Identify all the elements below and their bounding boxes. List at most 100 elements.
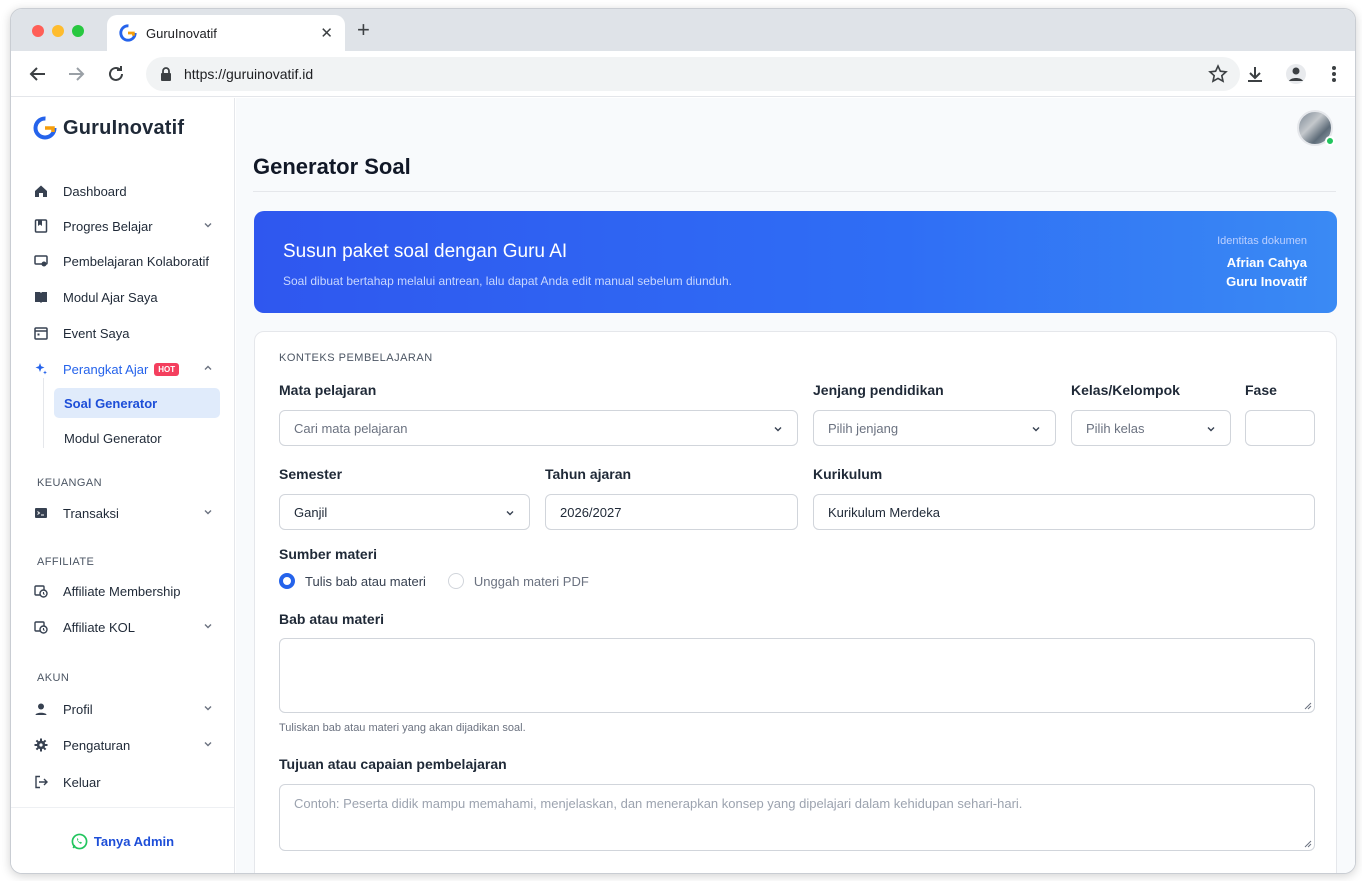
tahun-ajaran-input[interactable]: 2026/2027 <box>545 494 798 530</box>
section-label-affiliate: AFFILIATE <box>37 556 95 568</box>
brand-logo[interactable]: GuruInovatif <box>33 116 184 140</box>
page-title: Generator Soal <box>253 154 411 179</box>
kelas-placeholder: Pilih kelas <box>1086 420 1145 436</box>
sidebar-item-label: Progres Belajar <box>63 218 153 234</box>
guruinovatif-favicon-icon <box>119 24 137 42</box>
chevron-down-icon <box>204 223 212 228</box>
tab-title: GuruInovatif <box>146 25 217 41</box>
radio-tulis-materi-label[interactable]: Tulis bab atau materi <box>305 574 426 589</box>
sidebar-item-affiliate-membership[interactable]: Affiliate Membership <box>33 576 221 606</box>
kelas-select[interactable]: Pilih kelas <box>1071 410 1231 446</box>
download-icon[interactable] <box>1243 62 1267 86</box>
online-status-dot <box>1325 136 1335 146</box>
sidebar-item-affiliate-kol[interactable]: Affiliate KOL <box>33 612 221 642</box>
gear-icon <box>33 737 49 753</box>
sidebar-item-event-saya[interactable]: Event Saya <box>33 318 221 348</box>
chevron-down-icon <box>204 624 212 629</box>
sidebar: GuruInovatif Dashboard Progres Belajar P… <box>11 98 235 873</box>
terminal-icon <box>33 505 49 521</box>
sidebar-item-label: Profil <box>63 701 93 717</box>
whatsapp-icon <box>71 833 88 850</box>
tahun-ajaran-value: 2026/2027 <box>560 504 622 520</box>
chevron-down-icon <box>774 427 782 432</box>
hot-badge: HOT <box>154 362 180 376</box>
jenjang-select[interactable]: Pilih jenjang <box>813 410 1056 446</box>
maximize-window-button[interactable] <box>72 25 84 37</box>
identity-name: Afrian Cahya <box>1226 255 1307 270</box>
sidebar-item-pengaturan[interactable]: Pengaturan <box>33 730 221 760</box>
chevron-down-icon <box>204 742 212 747</box>
jenjang-label: Jenjang pendidikan <box>813 382 944 398</box>
address-bar[interactable]: https://guruinovatif.id <box>146 57 1240 91</box>
forward-icon[interactable] <box>64 62 88 86</box>
sidebar-item-dashboard[interactable]: Dashboard <box>33 176 221 206</box>
kurikulum-input[interactable]: Kurikulum Merdeka <box>813 494 1315 530</box>
back-icon[interactable] <box>26 62 50 86</box>
browser-tab[interactable]: GuruInovatif ✕ <box>107 15 345 51</box>
tanya-admin-label: Tanya Admin <box>93 834 175 849</box>
sidebar-item-label: Dashboard <box>63 183 127 199</box>
sidebar-item-transaksi[interactable]: Transaksi <box>33 498 221 528</box>
sidebar-item-label: Transaksi <box>63 505 119 521</box>
tujuan-label: Tujuan atau capaian pembelajaran <box>279 756 507 772</box>
logo-icon <box>33 116 57 140</box>
sidebar-item-profil[interactable]: Profil <box>33 694 221 724</box>
jenjang-placeholder: Pilih jenjang <box>828 420 899 436</box>
chevron-down-icon <box>204 706 212 711</box>
tujuan-textarea[interactable]: Contoh: Peserta didik mampu memahami, me… <box>279 784 1315 851</box>
monitor-icon <box>33 253 49 269</box>
kurikulum-label: Kurikulum <box>813 466 883 482</box>
chevron-up-icon <box>204 365 212 370</box>
book-open-icon <box>33 289 49 305</box>
profile-icon[interactable] <box>1284 62 1308 86</box>
sidebar-item-label: Affiliate KOL <box>63 619 136 635</box>
new-tab-icon[interactable]: + <box>357 19 370 41</box>
identity-label: Identitas dokumen <box>1217 235 1307 247</box>
sidebar-item-label: Pengaturan <box>63 737 131 753</box>
main-content: Generator Soal Susun paket soal dengan G… <box>236 98 1355 873</box>
affiliate-icon <box>33 583 49 599</box>
kurikulum-value: Kurikulum Merdeka <box>828 504 940 520</box>
chevron-down-icon <box>1032 427 1040 432</box>
sidebar-subitem-modul-generator[interactable]: Modul Generator <box>54 423 220 453</box>
sidebar-item-keluar[interactable]: Keluar <box>33 767 221 797</box>
close-window-button[interactable] <box>32 25 44 37</box>
sidebar-item-label: Keluar <box>63 774 101 790</box>
sidebar-subitem-soal-generator[interactable]: Soal Generator <box>54 388 220 418</box>
page: GuruInovatif Dashboard Progres Belajar P… <box>11 98 1355 873</box>
sidebar-item-pembelajaran-kolaboratif[interactable]: Pembelajaran Kolaboratif <box>33 246 221 276</box>
semester-label: Semester <box>279 466 343 482</box>
sidebar-item-label: Modul Ajar Saya <box>63 289 158 305</box>
semester-value: Ganjil <box>294 504 328 520</box>
mata-pelajaran-placeholder: Cari mata pelajaran <box>294 420 408 436</box>
bab-materi-textarea[interactable] <box>279 638 1315 713</box>
sparkles-icon <box>33 361 49 377</box>
bookmark-star-icon[interactable] <box>1208 64 1228 89</box>
mata-pelajaran-select[interactable]: Cari mata pelajaran <box>279 410 798 446</box>
chevron-down-icon <box>204 510 212 515</box>
section-label-akun: AKUN <box>37 672 70 684</box>
browser-window: GuruInovatif ✕ + https://guruinovatif.id <box>10 8 1356 874</box>
bab-materi-help: Tuliskan bab atau materi yang akan dijad… <box>279 722 526 734</box>
hero-subtitle: Soal dibuat bertahap melalui antrean, la… <box>283 274 732 288</box>
section-label-keuangan: KEUANGAN <box>37 477 102 489</box>
sidebar-item-modul-ajar-saya[interactable]: Modul Ajar Saya <box>33 282 221 312</box>
brand-name: GuruInovatif <box>63 116 185 139</box>
reload-icon[interactable] <box>104 62 128 86</box>
menu-dots-icon[interactable] <box>1322 62 1346 86</box>
radio-unggah-pdf[interactable] <box>447 573 464 589</box>
close-tab-icon[interactable]: ✕ <box>320 24 333 42</box>
semester-select[interactable]: Ganjil <box>279 494 530 530</box>
fase-input[interactable] <box>1245 410 1315 446</box>
sidebar-item-perangkat-ajar[interactable]: Perangkat Ajar HOT <box>33 354 221 384</box>
resize-grip-icon[interactable] <box>1304 702 1312 710</box>
sidebar-item-label: Event Saya <box>63 325 130 341</box>
minimize-window-button[interactable] <box>52 25 64 37</box>
form-card: KONTEKS PEMBELAJARAN Mata pelajaran Jenj… <box>254 331 1337 873</box>
submenu-guide-line <box>43 378 44 448</box>
sidebar-item-progres-belajar[interactable]: Progres Belajar <box>33 211 221 241</box>
radio-unggah-pdf-label[interactable]: Unggah materi PDF <box>474 574 589 589</box>
resize-grip-icon[interactable] <box>1304 840 1312 848</box>
radio-tulis-materi[interactable] <box>279 573 295 589</box>
tanya-admin-button[interactable]: Tanya Admin <box>11 807 234 873</box>
